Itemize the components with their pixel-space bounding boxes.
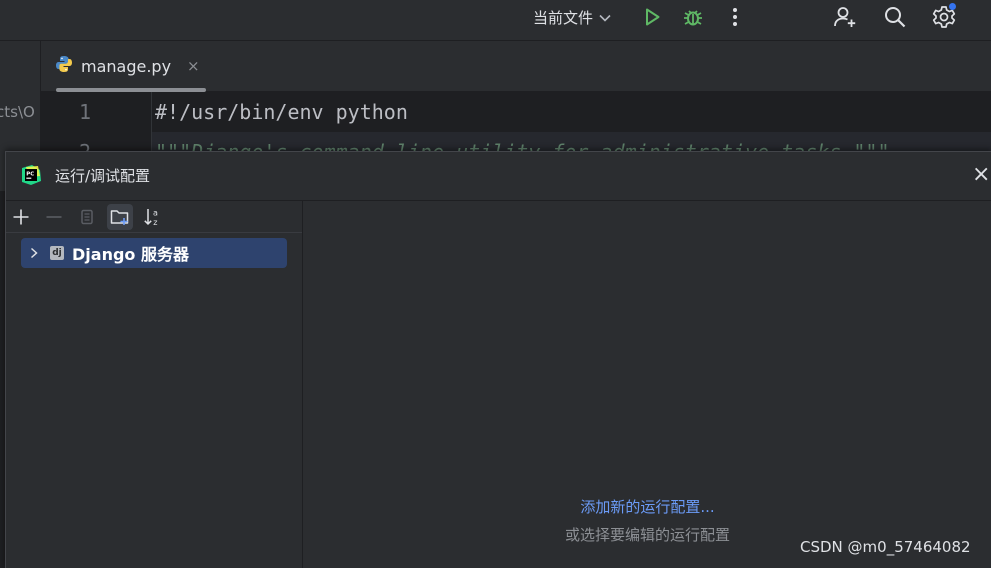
run-config-label: 当前文件 — [533, 8, 594, 27]
project-path: cts\O — [0, 103, 35, 121]
main-toolbar: 当前文件 — [0, 0, 991, 41]
editor-tabbar: manage.py × — [41, 41, 991, 92]
config-tree-pane: a z dj Django 服务器 — [6, 201, 303, 568]
run-debug-config-dialog: PC 运行/调试配置 × a z dj Django 服务器 添加新的运行配置.… — [5, 151, 991, 568]
debug-icon[interactable] — [680, 4, 706, 30]
tab-close-icon[interactable]: × — [187, 57, 200, 75]
remove-icon[interactable] — [41, 204, 67, 230]
watermark: CSDN @m0_57464082 — [800, 538, 971, 556]
chevron-right-icon[interactable] — [27, 247, 41, 259]
code-line: #!/usr/bin/env python — [155, 100, 408, 124]
svg-text:PC: PC — [26, 171, 34, 177]
chevron-down-icon — [599, 8, 611, 26]
tab-manage-py[interactable]: manage.py × — [55, 55, 200, 77]
add-new-config-link[interactable]: 添加新的运行配置... — [303, 496, 991, 517]
config-detail-pane: 添加新的运行配置... 或选择要编辑的运行配置 — [303, 201, 991, 568]
tab-filename: manage.py — [81, 56, 172, 76]
more-icon[interactable] — [722, 4, 748, 30]
settings-icon[interactable] — [931, 3, 957, 30]
run-icon[interactable] — [639, 4, 665, 30]
run-config-selector[interactable]: 当前文件 — [533, 6, 611, 28]
django-icon: dj — [50, 246, 64, 260]
search-icon[interactable] — [882, 4, 908, 30]
close-icon[interactable]: × — [972, 164, 990, 186]
python-icon — [55, 55, 73, 77]
add-icon[interactable] — [8, 204, 34, 230]
tree-item-django-server[interactable]: dj Django 服务器 — [21, 238, 287, 268]
config-toolbar: a z — [6, 201, 302, 233]
notification-badge — [949, 3, 956, 10]
line-number: 1 — [79, 100, 92, 124]
new-folder-icon[interactable] — [107, 204, 133, 230]
svg-text:a: a — [153, 209, 158, 218]
svg-text:z: z — [153, 218, 157, 227]
pycharm-logo-icon: PC — [20, 164, 42, 186]
copy-icon[interactable] — [74, 204, 100, 230]
add-user-icon[interactable] — [832, 4, 858, 30]
dialog-header[interactable]: PC 运行/调试配置 × — [6, 152, 991, 200]
tree-item-label: Django 服务器 — [72, 245, 189, 264]
dialog-title: 运行/调试配置 — [55, 167, 151, 185]
sort-alpha-icon[interactable]: a z — [140, 204, 166, 230]
